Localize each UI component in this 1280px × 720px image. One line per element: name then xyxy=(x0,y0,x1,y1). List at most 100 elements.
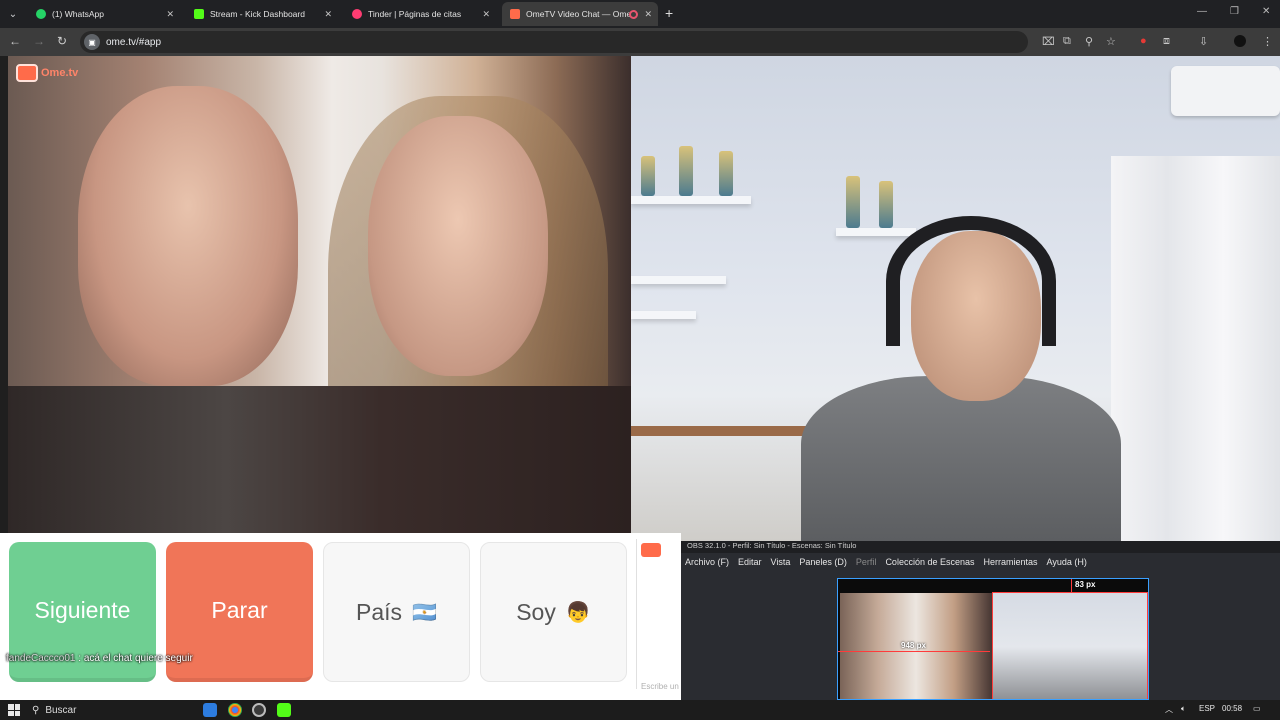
close-icon[interactable]: ✕ xyxy=(482,9,490,20)
distance-label-top: 83 px xyxy=(1075,580,1096,589)
whatsapp-icon xyxy=(36,9,46,19)
video-figure xyxy=(78,86,298,386)
ometv-controls: Siguiente Parar País 🇦🇷 Soy 👦 Escribe un xyxy=(0,533,681,700)
gender-label: Soy xyxy=(516,598,556,625)
video-figure xyxy=(846,176,860,228)
taskbar-search[interactable]: ⚲ Buscar xyxy=(28,702,188,718)
menu-coleccion-escenas[interactable]: Colección de Escenas xyxy=(885,557,974,567)
close-icon[interactable]: ✕ xyxy=(324,9,332,20)
guide-line xyxy=(1071,579,1072,593)
video-figure xyxy=(631,196,751,204)
search-label: Buscar xyxy=(45,704,77,716)
chat-input[interactable]: Escribe un xyxy=(641,682,679,691)
menu-archivo[interactable]: Archivo (F) xyxy=(685,557,729,567)
site-info-icon[interactable]: ▣ xyxy=(84,34,100,50)
next-label: Siguiente xyxy=(34,596,131,623)
downloads-icon[interactable]: ⇩ xyxy=(1199,35,1208,48)
menu-kebab-icon[interactable]: ⋮ xyxy=(1262,35,1273,48)
video-figure xyxy=(8,386,631,533)
ometv-icon xyxy=(510,9,520,19)
tray-chevron-icon[interactable]: ︿ xyxy=(1165,704,1173,715)
tab-ometv[interactable]: OmeTV Video Chat — Ome ✕ xyxy=(502,2,658,26)
maximize-icon[interactable]: ❐ xyxy=(1230,6,1239,17)
tab-label: (1) WhatsApp xyxy=(52,9,104,19)
video-figure xyxy=(879,181,893,228)
video-figure xyxy=(368,116,548,376)
tab-tinder[interactable]: Tinder | Páginas de citas ✕ xyxy=(344,2,496,26)
obs-preview-canvas[interactable]: 83 px 948 px xyxy=(837,578,1149,700)
country-label: País xyxy=(356,598,403,625)
profile-avatar[interactable] xyxy=(1234,35,1246,47)
tinder-icon xyxy=(352,9,362,19)
recording-icon xyxy=(629,9,638,19)
country-button[interactable]: País 🇦🇷 xyxy=(323,542,470,682)
cast-icon[interactable]: ⧉ xyxy=(1063,35,1071,48)
argentina-flag-icon: 🇦🇷 xyxy=(412,601,437,624)
minimize-icon[interactable]: — xyxy=(1197,6,1207,17)
url-text: ome.tv/#app xyxy=(106,36,162,48)
tab-label: Tinder | Páginas de citas xyxy=(368,9,462,19)
close-icon[interactable]: ✕ xyxy=(166,9,174,20)
stranger-video: Ome.tv xyxy=(8,56,631,533)
ometv-tv-icon xyxy=(16,64,38,82)
video-figure xyxy=(641,156,655,196)
obs-menu-bar: Archivo (F) Editar Vista Paneles (D) Per… xyxy=(681,553,1280,571)
windows-taskbar: ⚲ Buscar ︿ 🔈︎ ESP 00:58 ▭ xyxy=(0,700,1280,720)
gender-button[interactable]: Soy 👦 xyxy=(480,542,627,682)
search-icon: ⚲ xyxy=(32,704,40,716)
translate-icon[interactable]: ⌧ xyxy=(1042,35,1055,48)
guide-line xyxy=(838,651,990,652)
video-figure xyxy=(886,216,1056,346)
tab-search-button[interactable]: ⌄ xyxy=(4,5,22,23)
extensions-puzzle-icon[interactable]: ⧈ xyxy=(1163,35,1170,48)
bookmark-star-icon[interactable]: ☆ xyxy=(1106,35,1116,48)
browser-toolbar: ← → ↻ ▣ ome.tv/#app ⌧ ⧉ ⚲ ☆ ● ⧈ ⇩ ⋮ xyxy=(0,28,1280,56)
boy-icon: 👦 xyxy=(565,601,591,624)
close-icon[interactable]: ✕ xyxy=(644,9,652,20)
video-figure xyxy=(631,276,726,284)
language-indicator[interactable]: ESP xyxy=(1199,704,1215,713)
video-figure xyxy=(679,146,693,196)
chat-text: : acá el chat quiere seguir xyxy=(78,653,193,664)
address-bar[interactable]: ▣ ome.tv/#app xyxy=(80,31,1028,53)
zoom-icon[interactable]: ⚲ xyxy=(1085,35,1093,48)
menu-herramientas[interactable]: Herramientas xyxy=(984,557,1038,567)
obs-window: OBS 32.1.0 - Perfil: Sin Título - Escena… xyxy=(681,541,1280,700)
notification-icon[interactable]: ▭ xyxy=(1253,704,1261,713)
logo-text: Ome.tv xyxy=(41,67,79,79)
tab-label: Stream - Kick Dashboard xyxy=(210,9,305,19)
chat-username: fandeCaccco01 xyxy=(6,653,76,664)
chat-panel: Escribe un xyxy=(636,539,681,691)
forward-icon[interactable]: → xyxy=(33,34,45,48)
new-tab-button[interactable]: + xyxy=(665,5,673,21)
extension-red-icon[interactable]: ● xyxy=(1140,35,1147,47)
clock[interactable]: 00:58 xyxy=(1222,704,1242,713)
distance-label-left: 948 px xyxy=(901,641,926,650)
ometv-logo: Ome.tv xyxy=(16,64,78,82)
menu-vista[interactable]: Vista xyxy=(771,557,791,567)
reload-icon[interactable]: ↻ xyxy=(57,34,67,48)
tab-kick[interactable]: Stream - Kick Dashboard ✕ xyxy=(186,2,338,26)
selection-box[interactable] xyxy=(992,592,1148,699)
desktop-app-icon[interactable] xyxy=(203,703,217,717)
chrome-icon[interactable] xyxy=(228,703,242,717)
menu-paneles[interactable]: Paneles (D) xyxy=(799,557,847,567)
kick-icon xyxy=(194,9,204,19)
obs-icon[interactable] xyxy=(252,703,266,717)
video-figure xyxy=(1111,156,1280,541)
self-video xyxy=(631,56,1280,541)
tab-whatsapp[interactable]: (1) WhatsApp ✕ xyxy=(28,2,180,26)
video-figure xyxy=(631,311,696,319)
menu-perfil[interactable]: Perfil xyxy=(856,557,877,567)
ometv-mini-icon xyxy=(641,543,661,557)
menu-ayuda[interactable]: Ayuda (H) xyxy=(1047,557,1087,567)
kick-app-icon[interactable] xyxy=(277,703,291,717)
windows-start-icon[interactable] xyxy=(8,704,20,716)
menu-editar[interactable]: Editar xyxy=(738,557,762,567)
volume-icon[interactable]: 🔈︎ xyxy=(1181,704,1186,714)
video-figure xyxy=(719,151,733,196)
close-window-icon[interactable]: ✕ xyxy=(1262,6,1270,17)
back-icon[interactable]: ← xyxy=(9,34,21,48)
obs-title: OBS 32.1.0 - Perfil: Sin Título - Escena… xyxy=(681,541,1280,553)
video-figure xyxy=(801,376,1121,541)
